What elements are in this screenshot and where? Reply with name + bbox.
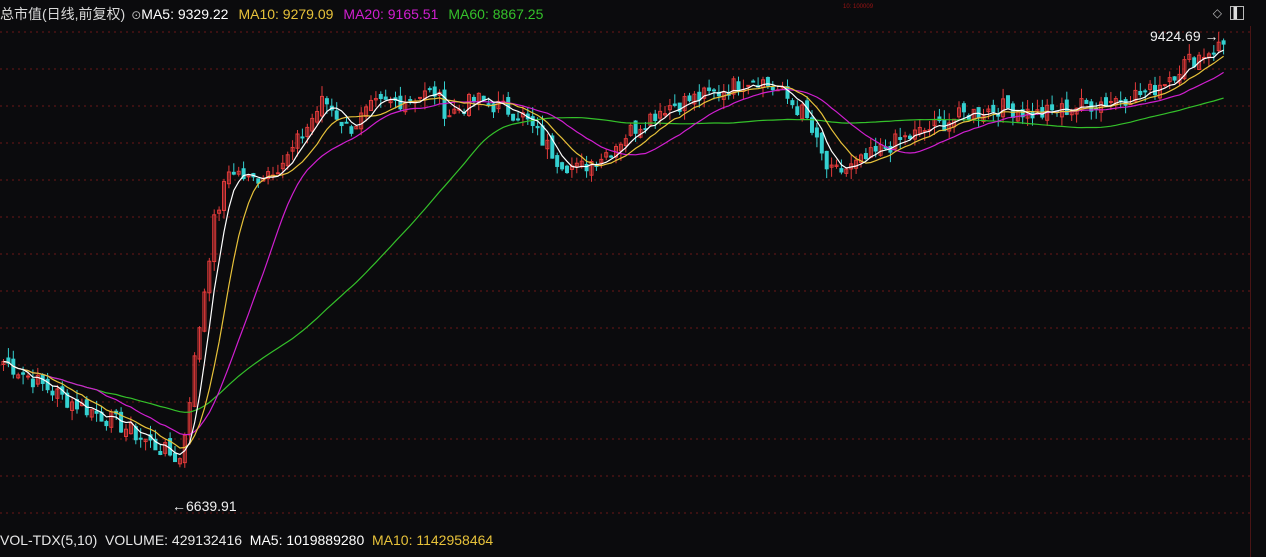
ma20-label: MA20: 9165.51 <box>343 6 439 22</box>
chart-title: 总市值(日线,前复权) <box>0 6 126 22</box>
candle-body <box>275 172 280 175</box>
candle-body <box>511 113 516 121</box>
candle-body <box>26 375 30 378</box>
high-price-value: 9424.69 <box>1150 28 1201 44</box>
candle-body <box>447 115 452 118</box>
candle-body <box>1084 99 1089 104</box>
candle-body <box>555 155 560 167</box>
candle-body <box>231 171 236 175</box>
candle-body <box>1138 90 1143 96</box>
candle-body <box>344 121 349 124</box>
diamond-icon[interactable]: ◇ <box>1213 6 1222 20</box>
volume-ma10: MA10: 1142958464 <box>372 532 494 548</box>
candle-body <box>863 153 868 160</box>
candle-body <box>976 107 981 118</box>
candle-body <box>427 88 432 91</box>
candle-body <box>1006 95 1010 109</box>
candle-body <box>903 135 908 138</box>
candle-body <box>471 96 476 103</box>
candle-body <box>300 136 305 139</box>
candle-body <box>908 135 912 139</box>
candle-body <box>349 126 354 134</box>
candle-body <box>378 93 383 100</box>
high-price-label: 9424.69 → <box>1150 28 1219 44</box>
candle-body <box>736 81 741 92</box>
candle-body <box>1050 104 1055 111</box>
candle-body <box>746 84 751 87</box>
candle-body <box>408 99 413 102</box>
candle-body <box>334 110 339 120</box>
candle-body <box>795 106 800 116</box>
candle-body <box>246 175 251 178</box>
candle-body <box>486 103 491 106</box>
candle-body <box>785 86 790 99</box>
candle-body <box>1153 85 1157 96</box>
candle-body <box>770 87 775 91</box>
candle-body <box>712 89 716 92</box>
chart-tools: ◇ ▌ <box>1213 6 1244 20</box>
candle-body <box>1211 52 1216 55</box>
candle-body <box>839 168 844 173</box>
candle-body <box>540 125 545 146</box>
candle-body <box>339 121 344 127</box>
candle-body <box>790 100 795 106</box>
small-period-label: 10: 100009 <box>843 4 874 10</box>
candle-body <box>584 163 589 172</box>
candle-body <box>687 95 692 102</box>
candle-body <box>21 372 26 375</box>
candle-body <box>398 95 403 110</box>
volume-ma5: MA5: 1019889280 <box>249 532 365 548</box>
candle-body <box>1104 97 1108 106</box>
candlestick-chart[interactable] <box>0 26 1250 526</box>
candle-body <box>819 132 824 154</box>
candle-body <box>104 420 109 427</box>
volume-indicator-name[interactable]: VOL-TDX(5,10) <box>0 532 97 548</box>
candle-body <box>824 150 829 170</box>
candle-body <box>1143 90 1148 93</box>
candle-body <box>751 80 756 83</box>
candle-body <box>138 437 143 440</box>
candle-body <box>1108 100 1113 103</box>
candle-body <box>383 96 388 100</box>
volume-value: VOLUME: 429132416 <box>105 532 243 548</box>
candle-body <box>1162 84 1167 87</box>
candle-body <box>814 127 819 138</box>
candle-body <box>1172 76 1177 81</box>
candle-body <box>94 410 99 414</box>
candle-body <box>707 87 712 92</box>
candle-body <box>961 103 966 113</box>
candle-body <box>609 155 614 158</box>
candle-body <box>324 98 329 105</box>
volume-legend: VOL-TDX(5,10) VOLUME: 429132416 MA5: 101… <box>0 529 493 551</box>
candle-body <box>158 450 163 455</box>
stock-chart-window: 总市值(日线,前复权) ⊙MA5: 9329.22 MA10: 9279.09 MA2… <box>0 0 1266 557</box>
panel-toggle-icon[interactable]: ▌ <box>1230 6 1244 20</box>
candle-body <box>418 96 422 99</box>
price-axis <box>1250 26 1266 557</box>
candle-body <box>50 390 55 396</box>
chevron-circle-icon[interactable]: ⊙ <box>131 8 141 22</box>
candle-body <box>1221 40 1226 45</box>
ma5-label: MA5: 9329.22 <box>141 6 229 22</box>
candle-body <box>991 104 996 113</box>
candle-body <box>672 103 677 106</box>
candle-body <box>560 162 565 170</box>
low-price-value: 6639.91 <box>186 498 237 514</box>
indicator-legend: 总市值(日线,前复权) ⊙MA5: 9329.22 MA10: 9279.09 MA2… <box>0 4 543 24</box>
ma10-label: MA10: 9279.09 <box>238 6 334 22</box>
candle-body <box>535 125 540 129</box>
candle-body <box>173 452 177 463</box>
candle-body <box>898 137 903 140</box>
candle-body <box>30 378 35 388</box>
candle-body <box>516 118 520 121</box>
candle-body <box>565 165 569 174</box>
candle-body <box>873 145 878 152</box>
low-price-label: ←6639.91 <box>172 498 237 514</box>
ma60-label: MA60: 8867.25 <box>448 6 544 22</box>
candle-body <box>653 113 658 121</box>
